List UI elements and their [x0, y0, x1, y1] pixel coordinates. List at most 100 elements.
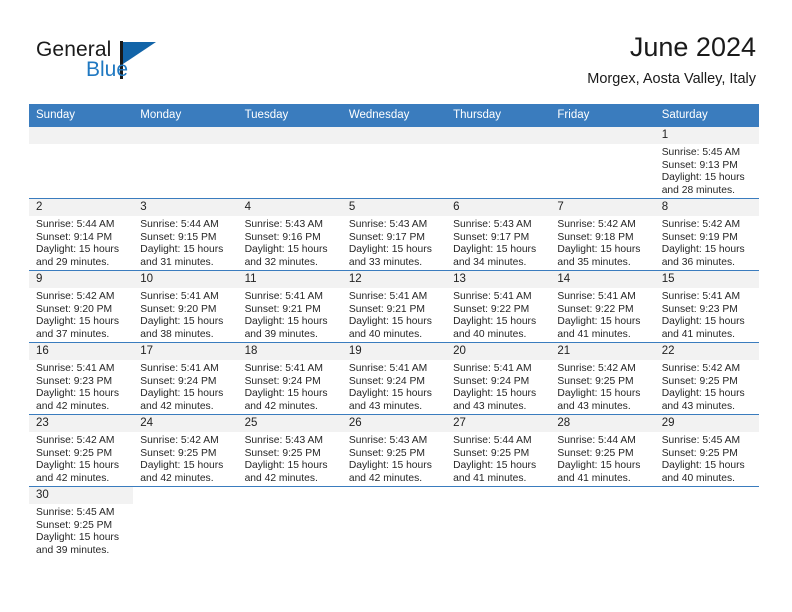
detail-daylight-2: and 42 minutes.	[348, 472, 423, 484]
detail-sunset: Sunset: 9:17 PM	[453, 231, 530, 243]
calendar-day-cell[interactable]: 13 Sunrise: 5:41 AM Sunset: 9:22 PM Dayligh…	[446, 270, 551, 343]
title-block: June 2024 Morgex, Aosta Valley, Italy	[587, 30, 756, 90]
calendar-day-cell[interactable]: 25 Sunrise: 5:43 AM Sunset: 9:25 PM Dayligh…	[237, 414, 342, 487]
day-number: 4	[237, 199, 342, 216]
calendar-day-cell[interactable]: 3 Sunrise: 5:44 AM Sunset: 9:15 PM Daylight…	[133, 198, 238, 271]
detail-daylight-2: and 41 minutes.	[557, 328, 631, 340]
detail-daylight-2: and 40 minutes.	[348, 328, 423, 340]
weekday-tuesday: Tuesday	[237, 104, 342, 127]
day-number: 26	[341, 415, 447, 432]
calendar-day-cell[interactable]: 9 Sunrise: 5:42 AM Sunset: 9:20 PM Daylight…	[29, 270, 134, 343]
calendar-day-cell[interactable]: 10 Sunrise: 5:41 AM Sunset: 9:20 PM Dayligh…	[133, 270, 238, 343]
detail-daylight-1: Daylight: 15 hours	[453, 244, 537, 256]
day-number: 27	[446, 415, 551, 432]
calendar-day-cell	[654, 486, 759, 559]
calendar-day-cell[interactable]: 4 Sunrise: 5:43 AM Sunset: 9:16 PM Daylight…	[237, 198, 342, 271]
calendar-week-row: 9 Sunrise: 5:42 AM Sunset: 9:20 PM Daylight…	[29, 270, 759, 343]
detail-sunset: Sunset: 9:15 PM	[140, 231, 217, 243]
calendar-day-cell[interactable]: 16 Sunrise: 5:41 AM Sunset: 9:23 PM Dayligh…	[29, 342, 134, 415]
detail-sunrise: Sunrise: 5:41 AM	[140, 291, 219, 302]
day-number: 7	[550, 199, 655, 216]
calendar-day-cell[interactable]: 23 Sunrise: 5:42 AM Sunset: 9:25 PM Dayligh…	[29, 414, 134, 487]
detail-sunset: Sunset: 9:18 PM	[557, 231, 634, 243]
detail-sunrise: Sunrise: 5:41 AM	[348, 363, 428, 374]
calendar-day-cell[interactable]: 19 Sunrise: 5:41 AM Sunset: 9:24 PM Dayligh…	[341, 342, 447, 415]
day-details: Sunrise: 5:42 AM Sunset: 9:20 PM Daylight:…	[29, 288, 133, 341]
day-details: Sunrise: 5:41 AM Sunset: 9:23 PM Daylight:…	[29, 360, 133, 413]
weekday-friday: Friday	[550, 104, 655, 127]
detail-sunrise: Sunrise: 5:41 AM	[453, 363, 532, 374]
detail-daylight-1: Daylight: 15 hours	[661, 316, 745, 328]
detail-daylight-2: and 40 minutes.	[453, 328, 527, 340]
day-details: Sunrise: 5:44 AM Sunset: 9:25 PM Daylight:…	[446, 432, 550, 485]
detail-sunset: Sunset: 9:25 PM	[36, 519, 113, 531]
detail-daylight-1: Daylight: 15 hours	[557, 316, 641, 328]
calendar-day-cell[interactable]: 30 Sunrise: 5:45 AM Sunset: 9:25 PM Dayligh…	[29, 486, 134, 559]
day-number: 23	[29, 415, 134, 432]
detail-daylight-1: Daylight: 15 hours	[140, 244, 224, 256]
detail-daylight-1: Daylight: 15 hours	[244, 460, 328, 472]
detail-daylight-1: Daylight: 15 hours	[140, 388, 224, 400]
detail-sunset: Sunset: 9:25 PM	[348, 447, 425, 459]
day-number	[29, 127, 134, 144]
calendar-day-cell[interactable]: 7 Sunrise: 5:42 AM Sunset: 9:18 PM Daylight…	[550, 198, 655, 271]
day-number: 29	[654, 415, 759, 432]
day-details: Sunrise: 5:41 AM Sunset: 9:24 PM Daylight:…	[238, 360, 342, 413]
detail-sunrise: Sunrise: 5:42 AM	[661, 363, 741, 374]
detail-sunrise: Sunrise: 5:44 AM	[453, 435, 532, 446]
calendar-day-cell[interactable]: 26 Sunrise: 5:43 AM Sunset: 9:25 PM Dayligh…	[341, 414, 447, 487]
detail-daylight-2: and 42 minutes.	[36, 472, 110, 484]
day-details: Sunrise: 5:41 AM Sunset: 9:24 PM Daylight:…	[446, 360, 550, 413]
calendar-day-cell[interactable]: 22 Sunrise: 5:42 AM Sunset: 9:25 PM Dayligh…	[654, 342, 759, 415]
detail-sunset: Sunset: 9:23 PM	[661, 303, 738, 315]
calendar-day-cell[interactable]: 15 Sunrise: 5:41 AM Sunset: 9:23 PM Dayligh…	[654, 270, 759, 343]
day-number: 3	[133, 199, 238, 216]
calendar-day-cell[interactable]: 11 Sunrise: 5:41 AM Sunset: 9:21 PM Dayligh…	[237, 270, 342, 343]
calendar-day-cell[interactable]: 17 Sunrise: 5:41 AM Sunset: 9:24 PM Dayligh…	[133, 342, 238, 415]
weekday-sunday: Sunday	[29, 104, 134, 127]
calendar-day-cell[interactable]: 8 Sunrise: 5:42 AM Sunset: 9:19 PM Daylight…	[654, 198, 759, 271]
day-details: Sunrise: 5:42 AM Sunset: 9:25 PM Daylight:…	[133, 432, 237, 485]
detail-daylight-1: Daylight: 15 hours	[140, 316, 224, 328]
calendar-day-cell[interactable]: 21 Sunrise: 5:42 AM Sunset: 9:25 PM Dayligh…	[550, 342, 655, 415]
detail-sunrise: Sunrise: 5:42 AM	[557, 363, 636, 374]
detail-sunrise: Sunrise: 5:41 AM	[661, 291, 741, 302]
weekday-saturday: Saturday	[654, 104, 759, 127]
detail-daylight-2: and 39 minutes.	[36, 544, 110, 556]
detail-sunset: Sunset: 9:25 PM	[661, 447, 738, 459]
detail-sunset: Sunset: 9:25 PM	[557, 447, 634, 459]
day-number	[341, 127, 447, 144]
detail-sunset: Sunset: 9:20 PM	[140, 303, 217, 315]
day-details: Sunrise: 5:43 AM Sunset: 9:17 PM Daylight:…	[446, 216, 550, 269]
detail-daylight-2: and 38 minutes.	[140, 328, 214, 340]
calendar-header-row: Sunday Monday Tuesday Wednesday Thursday…	[29, 104, 759, 127]
day-number: 19	[341, 343, 447, 360]
calendar-day-cell	[550, 126, 655, 199]
calendar-day-cell	[133, 126, 238, 199]
calendar-day-cell[interactable]: 20 Sunrise: 5:41 AM Sunset: 9:24 PM Dayligh…	[446, 342, 551, 415]
day-details: Sunrise: 5:42 AM Sunset: 9:25 PM Daylight:…	[29, 432, 133, 485]
calendar-day-cell[interactable]: 24 Sunrise: 5:42 AM Sunset: 9:25 PM Dayligh…	[133, 414, 238, 487]
calendar-body: 1 Sunrise: 5:45 AM Sunset: 9:13 PM Daylight…	[29, 126, 759, 559]
detail-daylight-2: and 33 minutes.	[348, 256, 423, 268]
detail-daylight-1: Daylight: 15 hours	[661, 460, 745, 472]
detail-daylight-2: and 37 minutes.	[36, 328, 110, 340]
calendar-day-cell[interactable]: 1 Sunrise: 5:45 AM Sunset: 9:13 PM Daylight…	[654, 126, 759, 199]
detail-sunrise: Sunrise: 5:42 AM	[557, 219, 636, 230]
calendar-day-cell[interactable]: 27 Sunrise: 5:44 AM Sunset: 9:25 PM Dayligh…	[446, 414, 551, 487]
calendar-day-cell[interactable]: 12 Sunrise: 5:41 AM Sunset: 9:21 PM Dayligh…	[341, 270, 447, 343]
detail-sunset: Sunset: 9:25 PM	[244, 447, 321, 459]
calendar-day-cell[interactable]: 5 Sunrise: 5:43 AM Sunset: 9:17 PM Daylight…	[341, 198, 447, 271]
calendar-day-cell[interactable]: 29 Sunrise: 5:45 AM Sunset: 9:25 PM Dayligh…	[654, 414, 759, 487]
brand-logo[interactable]: General Blue	[36, 38, 236, 90]
detail-daylight-1: Daylight: 15 hours	[348, 460, 432, 472]
detail-sunrise: Sunrise: 5:42 AM	[661, 219, 741, 230]
detail-sunset: Sunset: 9:25 PM	[661, 375, 738, 387]
calendar-day-cell[interactable]: 14 Sunrise: 5:41 AM Sunset: 9:22 PM Dayligh…	[550, 270, 655, 343]
calendar-day-cell[interactable]: 28 Sunrise: 5:44 AM Sunset: 9:25 PM Dayligh…	[550, 414, 655, 487]
calendar-day-cell[interactable]: 6 Sunrise: 5:43 AM Sunset: 9:17 PM Daylight…	[446, 198, 551, 271]
calendar-day-cell[interactable]: 2 Sunrise: 5:44 AM Sunset: 9:14 PM Daylight…	[29, 198, 134, 271]
calendar-day-cell[interactable]: 18 Sunrise: 5:41 AM Sunset: 9:24 PM Dayligh…	[237, 342, 342, 415]
detail-sunset: Sunset: 9:25 PM	[36, 447, 113, 459]
detail-daylight-1: Daylight: 15 hours	[36, 388, 119, 400]
